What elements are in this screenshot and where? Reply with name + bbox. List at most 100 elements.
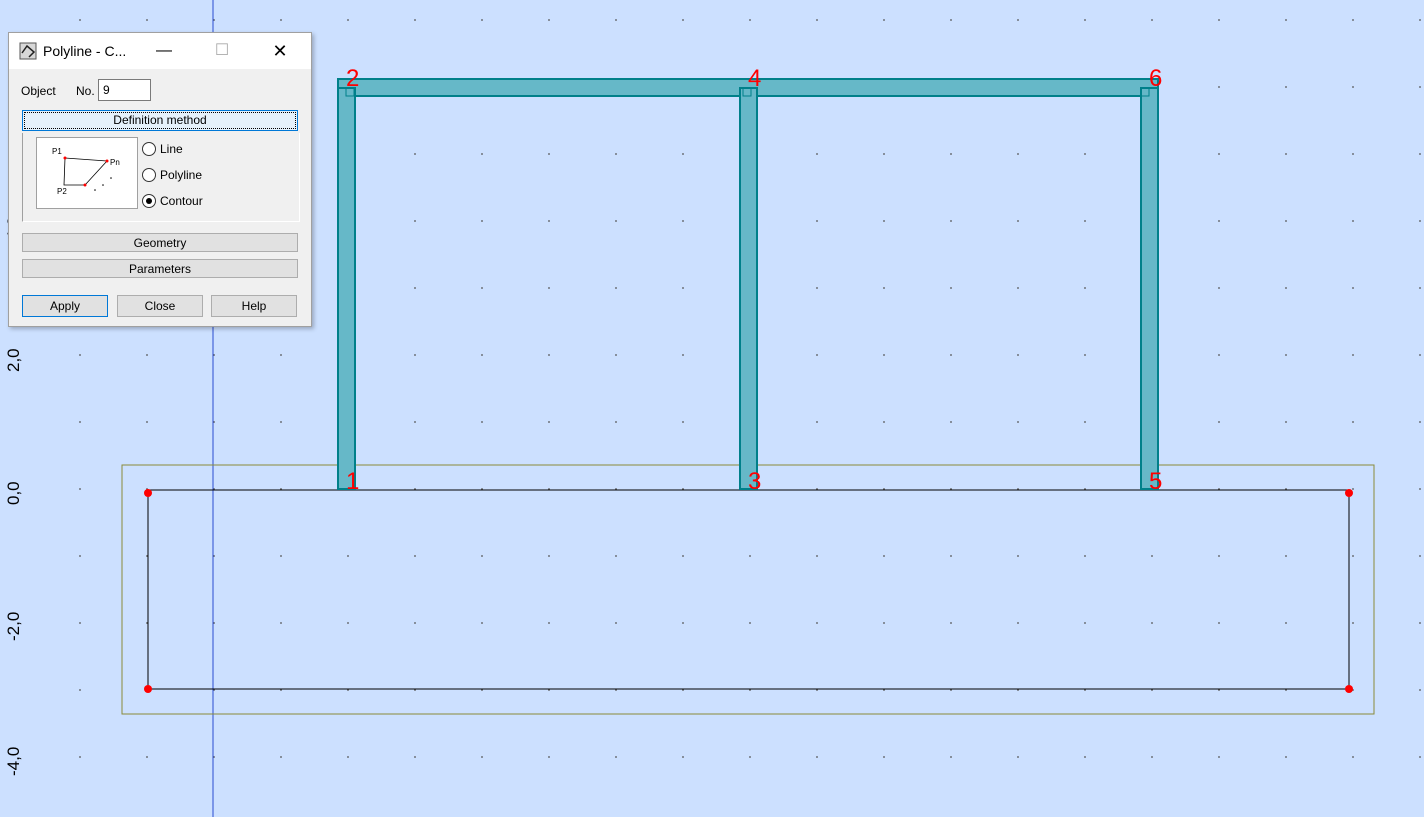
close-icon[interactable]: ✕ [257, 33, 303, 69]
contour-polyline[interactable] [147, 493, 1350, 690]
node-label-5: 5 [1149, 468, 1163, 495]
radio-line-label[interactable]: Line [160, 142, 183, 156]
radio-polyline-label[interactable]: Polyline [160, 168, 202, 182]
grid-dot [1218, 354, 1220, 356]
help-button[interactable]: Help [211, 295, 297, 317]
grid-dot [1017, 555, 1019, 557]
grid-dot [682, 220, 684, 222]
definition-method-button[interactable]: Definition method [22, 110, 298, 131]
object-number-input[interactable]: 9 [98, 79, 151, 101]
grid-dot [1419, 354, 1421, 356]
grid-dot [749, 622, 751, 624]
grid-dot [1352, 622, 1354, 624]
grid-dot [548, 19, 550, 21]
grid-dot [682, 19, 684, 21]
grid-dot [1352, 421, 1354, 423]
grid-dot [1084, 220, 1086, 222]
grid-dot [1218, 287, 1220, 289]
radio-polyline[interactable] [142, 168, 156, 182]
radio-contour[interactable] [142, 194, 156, 208]
grid-dot [79, 689, 81, 691]
grid-dot [1352, 153, 1354, 155]
grid-dot [950, 622, 952, 624]
grid-dot [1285, 19, 1287, 21]
grid-dot [548, 287, 550, 289]
grid-dot [615, 756, 617, 758]
geometry-button[interactable]: Geometry [22, 233, 298, 252]
grid-dot [548, 421, 550, 423]
grid-dot [1419, 756, 1421, 758]
grid-dot [1285, 756, 1287, 758]
contour-point[interactable] [1345, 489, 1353, 497]
minimize-icon[interactable]: — [141, 33, 187, 69]
grid-dot [1419, 287, 1421, 289]
polyline-dialog: Polyline - C... — ☐ ✕ Object No. 9 Defin… [8, 32, 312, 327]
grid-dot [280, 19, 282, 21]
grid-dot [883, 287, 885, 289]
grid-dot [414, 622, 416, 624]
close-button[interactable]: Close [117, 295, 203, 317]
axis-label-minus-4: -4,0 [4, 746, 23, 776]
grid-dot [883, 555, 885, 557]
grid-dot [615, 287, 617, 289]
maximize-icon: ☐ [214, 42, 230, 59]
grid-dot [883, 153, 885, 155]
column-5-6[interactable] [1140, 87, 1159, 490]
grid-dot [481, 756, 483, 758]
grid-dot [347, 555, 349, 557]
grid-dot [883, 220, 885, 222]
grid-dot [1218, 756, 1220, 758]
grid-dot [347, 756, 349, 758]
grid-dot [1352, 19, 1354, 21]
contour-point[interactable] [144, 489, 152, 497]
column-3-4[interactable] [739, 87, 758, 490]
grid-dot [1084, 421, 1086, 423]
grid-dot [1151, 622, 1153, 624]
grid-dot [1218, 220, 1220, 222]
grid-dot [682, 354, 684, 356]
grid-dot [414, 555, 416, 557]
grid-dot [79, 622, 81, 624]
radio-contour-label[interactable]: Contour [160, 194, 203, 208]
grid-dot [1285, 354, 1287, 356]
grid-dot [1285, 622, 1287, 624]
preview-label-p1: P1 [52, 147, 62, 156]
grid-dot [883, 19, 885, 21]
grid-dot [146, 421, 148, 423]
grid-dot [615, 354, 617, 356]
dialog-titlebar[interactable]: Polyline - C... — ☐ ✕ [9, 33, 311, 69]
grid-dot [816, 421, 818, 423]
preview-label-pn: Pn [110, 158, 120, 167]
grid-dot [1352, 86, 1354, 88]
grid-dot [682, 622, 684, 624]
node-label-3: 3 [748, 468, 762, 495]
column-1-2[interactable] [337, 87, 356, 490]
grid-dot [1084, 19, 1086, 21]
grid-dot [749, 19, 751, 21]
grid-dot [1419, 220, 1421, 222]
node-label-2: 2 [346, 65, 360, 92]
grid-dot [1218, 19, 1220, 21]
foundation-outline[interactable] [121, 464, 1375, 715]
grid-dot [548, 622, 550, 624]
grid-dot [280, 354, 282, 356]
grid-dot [548, 153, 550, 155]
grid-dot [1017, 19, 1019, 21]
grid-dot [481, 354, 483, 356]
parameters-button[interactable]: Parameters [22, 259, 298, 278]
radio-line[interactable] [142, 142, 156, 156]
grid-dot [1352, 220, 1354, 222]
contour-point[interactable] [1345, 685, 1353, 693]
node-label-1: 1 [346, 468, 360, 495]
grid-dot [615, 153, 617, 155]
grid-dot [749, 555, 751, 557]
grid-dot [615, 19, 617, 21]
grid-dot [414, 756, 416, 758]
grid-dot [816, 354, 818, 356]
apply-button[interactable]: Apply [22, 295, 108, 317]
grid-dot [682, 421, 684, 423]
contour-point[interactable] [144, 685, 152, 693]
grid-dot [1419, 19, 1421, 21]
grid-dot [414, 421, 416, 423]
definition-method-label: Definition method [24, 112, 296, 129]
